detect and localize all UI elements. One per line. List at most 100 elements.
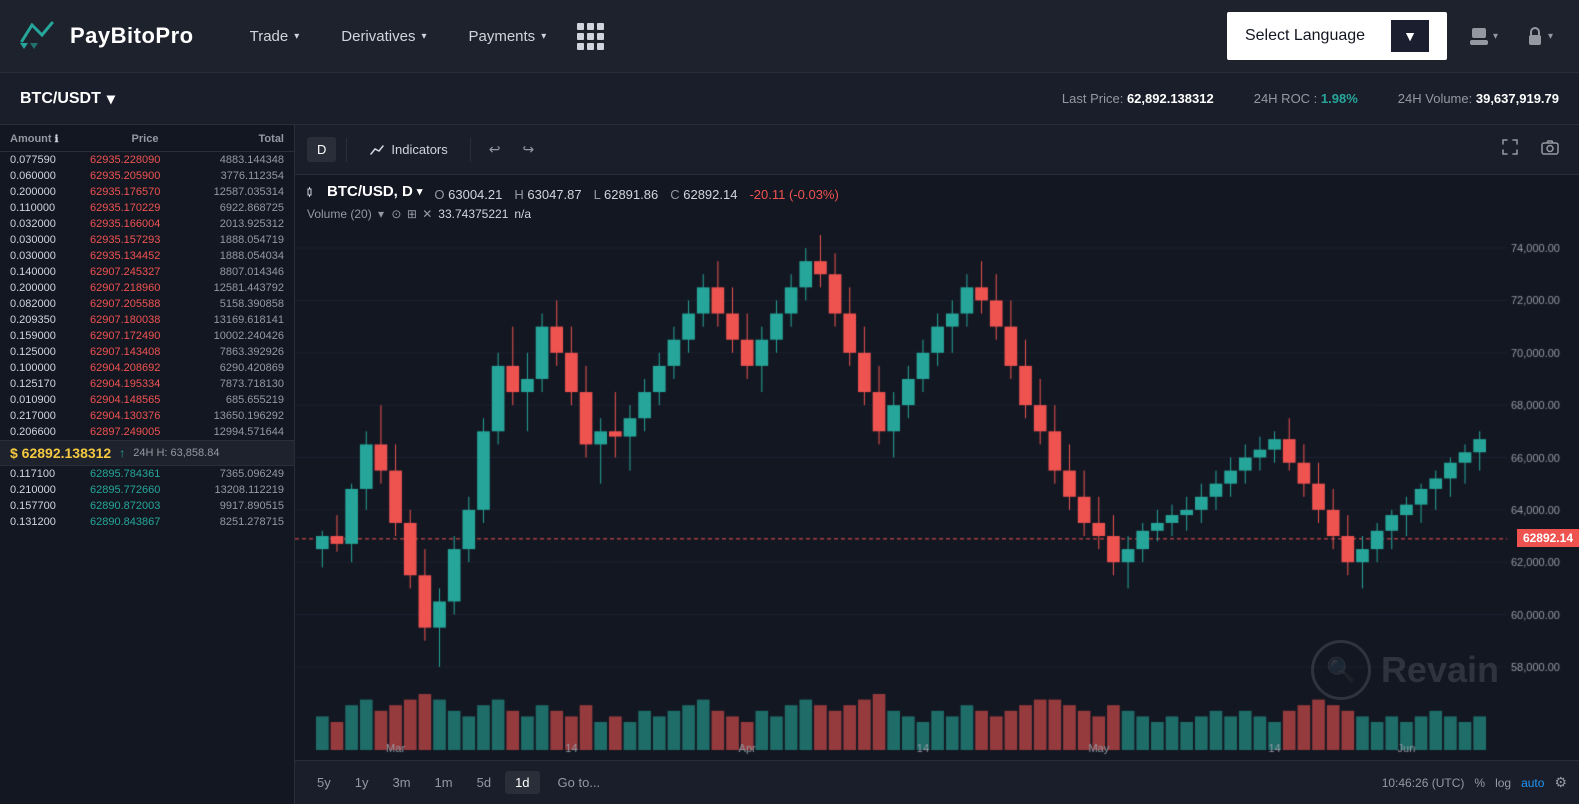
current-price: $ 62892.138312 [10,445,111,461]
price-24h-high: 24H H: 63,858.84 [133,447,219,459]
sell-order-row[interactable]: 0.12500062907.1434087863.392926 [0,344,294,360]
user-dropdown-arrow: ▾ [1493,31,1498,42]
ohlc-h: H 63047.87 [514,187,581,202]
ohlc-l: L 62891.86 [594,187,659,202]
volume-value: 39,637,919.79 [1476,91,1559,106]
chart-type-icon [307,185,321,199]
apps-grid-button[interactable] [572,18,608,54]
roc-label: 24H ROC : [1254,91,1318,106]
lock-icon-button[interactable]: ▾ [1520,20,1559,52]
col-total: Total [200,133,284,145]
5d-button[interactable]: 5d [467,771,501,794]
3m-button[interactable]: 3m [382,771,420,794]
log-mode-button[interactable]: log [1495,776,1511,790]
buy-orders-list: 0.11710062895.7843617365.0962490.2100006… [0,466,294,530]
undo-button[interactable]: ↩ [481,136,509,163]
watermark-icon: 🔍 [1311,640,1371,700]
redo-button[interactable]: ↪ [515,136,543,163]
col-price: Price [90,133,200,145]
1m-button[interactable]: 1m [425,771,463,794]
ohlc-change: -20.11 (-0.03%) [749,187,838,202]
volume-label: Volume (20) ▾ ⊙ ⊞ ✕ [307,207,432,221]
trade-arrow-icon: ▾ [294,31,299,42]
ohlc-o: O 63004.21 [434,187,502,202]
sell-order-row[interactable]: 0.03000062935.1572931888.054719 [0,232,294,248]
pair-selector[interactable]: BTC/USDT ▾ [20,89,115,109]
percent-mode-button[interactable]: % [1474,776,1485,790]
lang-selector-label: Select Language [1245,27,1365,45]
order-book-header: Amount ℹ Price Total [0,125,294,152]
time-bar: 5y 1y 3m 1m 5d 1d Go to... 10:46:26 (UTC… [295,760,1579,804]
chart-watermark: 🔍 Revain [1311,640,1499,700]
header: PayBitoPro Trade ▾ Derivatives ▾ Payment… [0,0,1579,73]
sell-order-row[interactable]: 0.07759062935.2280904883.144348 [0,152,294,168]
nav-derivatives[interactable]: Derivatives ▾ [325,20,442,53]
sell-order-row[interactable]: 0.03000062935.1344521888.054034 [0,248,294,264]
1y-button[interactable]: 1y [345,771,379,794]
sell-order-row[interactable]: 0.01090062904.148565685.655219 [0,392,294,408]
lang-dropdown-arrow-icon: ▼ [1391,20,1429,52]
logo-text: PayBitoPro [70,23,194,49]
timeframe-d-button[interactable]: D [307,137,336,162]
chart-tools-right [1493,133,1567,166]
toolbar-divider2 [470,138,471,162]
language-selector[interactable]: Select Language ▼ [1227,12,1447,60]
sell-order-row[interactable]: 0.11000062935.1702296922.868725 [0,200,294,216]
volume-value-display: 33.74375221 [438,207,508,221]
last-price-label: Last Price: [1062,91,1123,106]
time-info: 10:46:26 (UTC) % log auto ⚙ [1382,774,1567,791]
chart-panel: D Indicators ↩ ↪ [295,125,1579,804]
1d-button[interactable]: 1d [505,771,539,794]
chart-area: BTC/USD, D ▾ O 63004.21 H 63047.87 L 628… [295,175,1579,760]
sell-order-row[interactable]: 0.20000062907.21896012581.443792 [0,280,294,296]
header-right: Select Language ▼ ▾ ▾ [1227,12,1559,60]
fullscreen-button[interactable] [1493,133,1527,166]
camera-button[interactable] [1533,133,1567,166]
sell-orders-list: 0.07759062935.2280904883.1443480.0600006… [0,152,294,440]
sell-order-row[interactable]: 0.15900062907.17249010002.240426 [0,328,294,344]
auto-mode-button[interactable]: auto [1521,776,1544,790]
ticker-bar: BTC/USDT ▾ Last Price: 62,892.138312 24H… [0,73,1579,125]
volume-label: 24H Volume: [1398,91,1472,106]
sell-order-row[interactable]: 0.08200062907.2055885158.390858 [0,296,294,312]
sell-order-row[interactable]: 0.20660062897.24900512994.571644 [0,424,294,440]
logo-area: PayBitoPro [20,21,194,51]
nav-menu: Trade ▾ Derivatives ▾ Payments ▾ [234,18,1227,54]
sell-order-row[interactable]: 0.10000062904.2086926290.420869 [0,360,294,376]
chart-toolbar: D Indicators ↩ ↪ [295,125,1579,175]
sell-order-row[interactable]: 0.03200062935.1660042013.925312 [0,216,294,232]
user-icon-button[interactable]: ▾ [1463,20,1504,52]
buy-order-row[interactable]: 0.21000062895.77266013208.112219 [0,482,294,498]
current-price-row: $ 62892.138312 ↑ 24H H: 63,858.84 [0,440,294,466]
buy-order-row[interactable]: 0.11710062895.7843617365.096249 [0,466,294,482]
buy-order-row[interactable]: 0.13120062890.8438678251.278715 [0,514,294,530]
sell-order-row[interactable]: 0.12517062904.1953347873.718130 [0,376,294,392]
sell-order-row[interactable]: 0.20000062935.17657012587.035314 [0,184,294,200]
sell-order-row[interactable]: 0.14000062907.2453278807.014346 [0,264,294,280]
chart-settings-button[interactable]: ⚙ [1554,774,1567,791]
ohlc-c: C 62892.14 [670,187,737,202]
chart-symbol: BTC/USD, D ▾ [307,183,422,200]
sell-order-row[interactable]: 0.06000062935.2059003776.112354 [0,168,294,184]
indicators-button[interactable]: Indicators [357,137,459,163]
toolbar-divider [346,138,347,162]
lock-icon [1526,26,1544,46]
nav-trade[interactable]: Trade ▾ [234,20,316,53]
camera-icon [1541,138,1559,156]
user-icon [1469,26,1489,46]
sell-order-row[interactable]: 0.21700062904.13037613650.196292 [0,408,294,424]
utc-time: 10:46:26 (UTC) [1382,776,1465,790]
nav-payments[interactable]: Payments ▾ [452,20,562,53]
5y-button[interactable]: 5y [307,771,341,794]
order-book-panel: Amount ℹ Price Total 0.07759062935.22809… [0,125,295,804]
sell-order-row[interactable]: 0.20935062907.18003813169.618141 [0,312,294,328]
indicators-icon [369,142,385,158]
buy-order-row[interactable]: 0.15770062890.8720039917.890515 [0,498,294,514]
main-content: Amount ℹ Price Total 0.07759062935.22809… [0,125,1579,804]
price-arrow-icon: ↑ [119,446,125,460]
current-price-label: 62892.14 [1517,529,1579,547]
symbol-dropdown-icon: ▾ [417,185,423,198]
roc-value: 1.98% [1321,91,1358,106]
goto-button[interactable]: Go to... [544,771,615,794]
ticker-info: Last Price: 62,892.138312 24H ROC : 1.98… [1062,91,1559,106]
